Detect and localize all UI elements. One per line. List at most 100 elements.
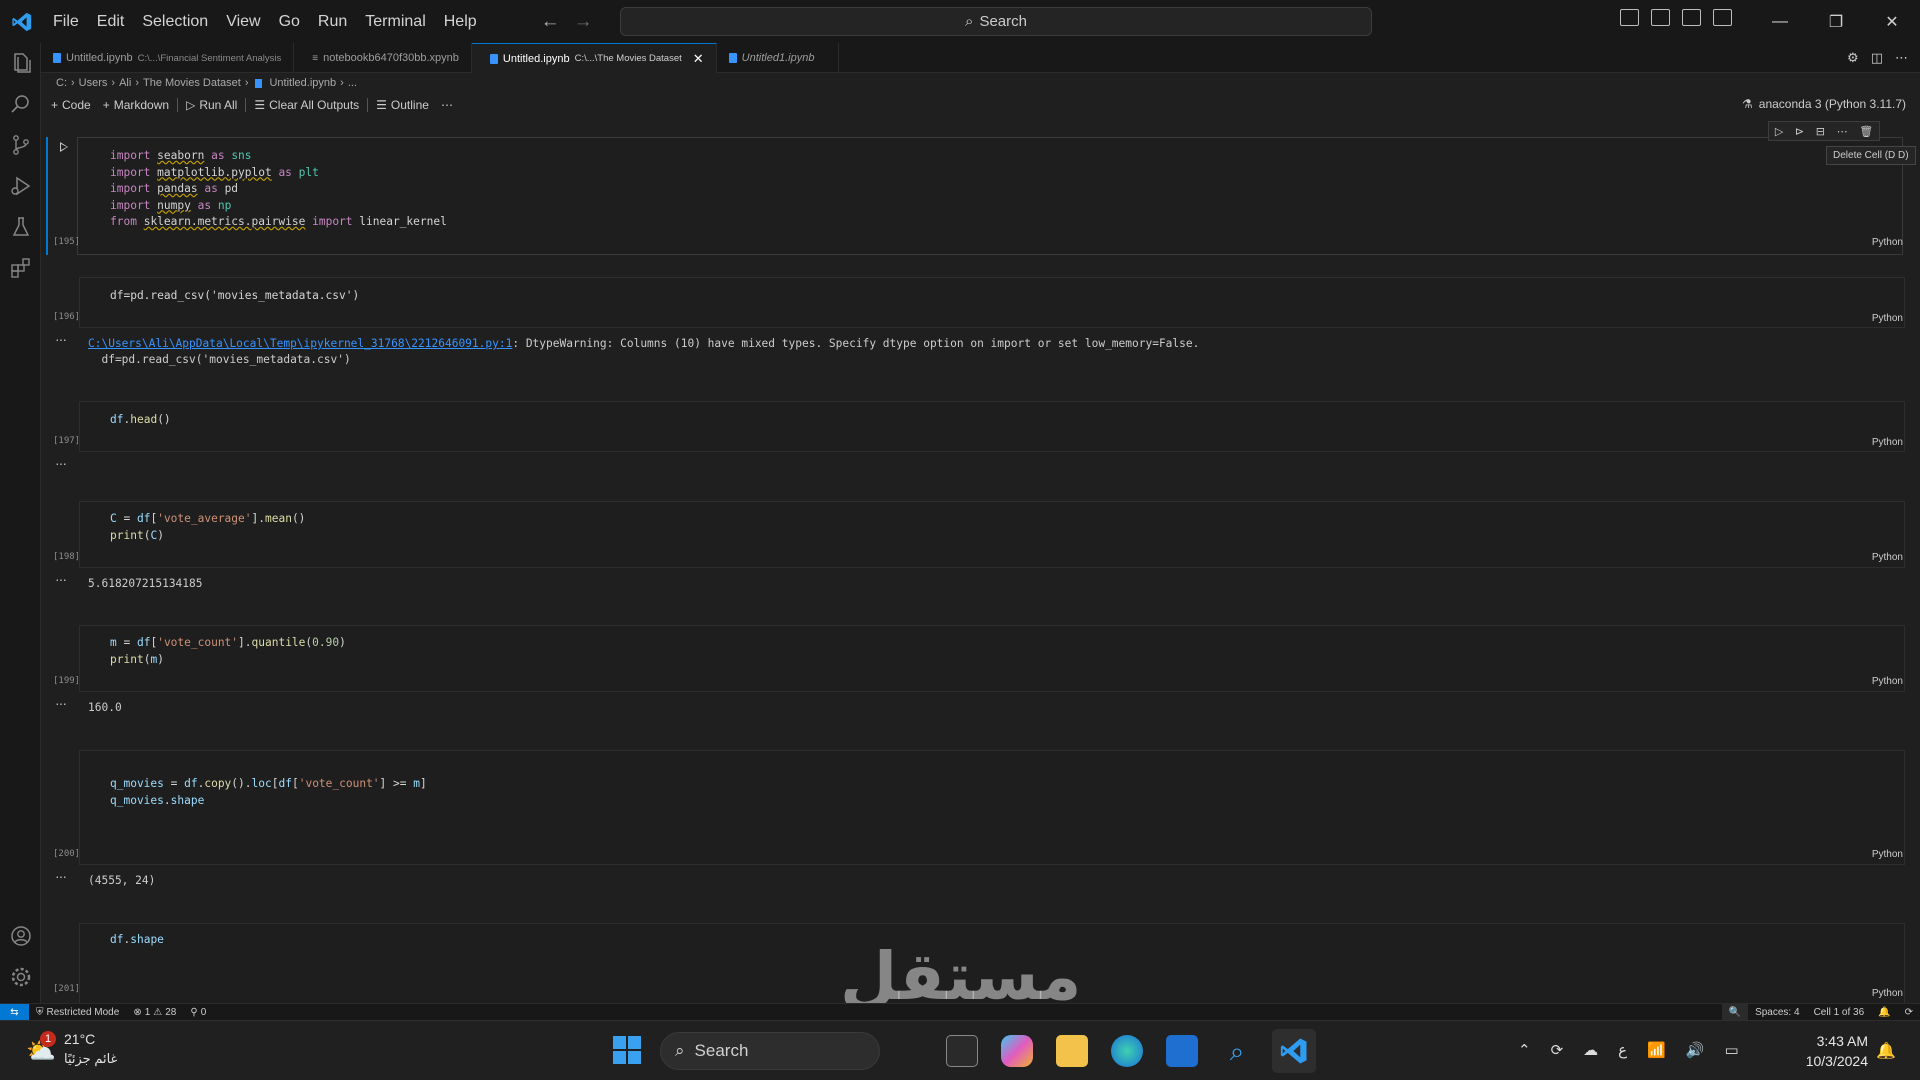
sync-icon[interactable]: ⟳ xyxy=(1551,1041,1564,1059)
cell-language[interactable]: Python xyxy=(1872,849,1903,860)
add-markdown-cell-button[interactable]: + Markdown xyxy=(97,98,175,112)
cell-language[interactable]: Python xyxy=(1872,676,1903,687)
search-app-icon[interactable]: ⌕ xyxy=(1221,1035,1253,1067)
clear-all-outputs-button[interactable]: ☰ Clear All Outputs xyxy=(248,98,365,112)
volume-icon[interactable]: 🔊 xyxy=(1686,1041,1705,1059)
input-language[interactable]: ع xyxy=(1618,1041,1627,1059)
toggle-secondary-sidebar-icon[interactable] xyxy=(1682,9,1701,26)
file-explorer-icon[interactable] xyxy=(1056,1035,1088,1067)
problems-indicator[interactable]: ⊗ 1 ⚠ 28 xyxy=(126,1007,183,1018)
taskbar-clock[interactable]: 3:43 AM 10/3/2024 xyxy=(1790,1031,1868,1071)
notifications-bell-icon[interactable]: 🔔 xyxy=(1871,1007,1897,1018)
vscode-taskbar-icon[interactable] xyxy=(1272,1029,1316,1073)
microsoft-store-icon[interactable] xyxy=(1166,1035,1198,1067)
output-file-link[interactable]: C:\Users\Ali\AppData\Local\Temp\ipykerne… xyxy=(88,337,512,350)
execute-above-icon[interactable]: ▷ xyxy=(1775,125,1783,138)
onedrive-cloud-icon[interactable]: ☁ xyxy=(1583,1041,1598,1059)
copilot-icon[interactable]: ⟳ xyxy=(1898,1007,1920,1018)
run-debug-icon[interactable] xyxy=(9,174,33,198)
cell-position-indicator[interactable]: Cell 1 of 36 xyxy=(1807,1007,1872,1018)
minimize-icon[interactable]: — xyxy=(1752,0,1808,43)
code-editor[interactable] xyxy=(79,625,1905,692)
menu-selection[interactable]: Selection xyxy=(133,0,217,43)
code-editor[interactable] xyxy=(79,401,1905,452)
toggle-primary-sidebar-icon[interactable] xyxy=(1620,9,1639,26)
code-editor[interactable] xyxy=(79,501,1905,568)
taskbar-search[interactable]: ⌕ Search xyxy=(660,1032,880,1070)
more-actions-icon[interactable]: ⋯ xyxy=(1895,50,1908,66)
outline-button[interactable]: ☰ Outline xyxy=(370,98,435,112)
testing-icon[interactable] xyxy=(9,215,33,239)
tab-notebookb6470f30bb[interactable]: ≡ notebookb6470f30bb.xpynb xyxy=(294,43,472,73)
notebook-cell[interactable]: import seaborn as sns import matplotlib.… xyxy=(41,120,1920,255)
split-editor-icon[interactable]: ◫ xyxy=(1871,50,1883,66)
menu-run[interactable]: Run xyxy=(309,0,356,43)
customize-layout-icon[interactable] xyxy=(1713,9,1732,26)
cell-language[interactable]: Python xyxy=(1872,313,1903,324)
breadcrumb-folder[interactable]: The Movies Dataset xyxy=(143,77,241,89)
chevron-right-icon: › xyxy=(340,77,344,89)
close-tab-icon[interactable]: ✕ xyxy=(693,51,704,67)
wifi-icon[interactable]: 📶 xyxy=(1647,1041,1666,1059)
menu-view[interactable]: View xyxy=(217,0,269,43)
output-more-icon[interactable]: ··· xyxy=(55,331,67,347)
menu-file[interactable]: File xyxy=(44,0,88,43)
cell-language[interactable]: Python xyxy=(1872,437,1903,448)
toolbar-more-icon[interactable]: ⋯ xyxy=(435,98,459,112)
tab-untitled-financial[interactable]: Untitled.ipynb C:\...\Financial Sentimen… xyxy=(41,43,295,73)
copilot-app-icon[interactable] xyxy=(1001,1035,1033,1067)
explorer-icon[interactable] xyxy=(9,51,33,75)
tab-untitled1[interactable]: Untitled1.ipynb xyxy=(717,43,840,73)
source-control-icon[interactable] xyxy=(9,133,33,157)
notifications-bell-icon[interactable]: 🔔 xyxy=(1876,1041,1896,1061)
menu-edit[interactable]: Edit xyxy=(88,0,134,43)
breadcrumb-more[interactable]: ... xyxy=(348,77,357,89)
toggle-panel-icon[interactable] xyxy=(1651,9,1670,26)
breadcrumb-users[interactable]: Users xyxy=(79,77,108,89)
accounts-icon[interactable] xyxy=(9,924,33,948)
edge-browser-icon[interactable] xyxy=(1111,1035,1143,1067)
output-more-icon[interactable]: ··· xyxy=(55,571,67,587)
task-view-icon[interactable] xyxy=(946,1035,978,1067)
forward-arrow-icon[interactable]: → xyxy=(574,11,593,33)
cell-language[interactable]: Python xyxy=(1872,237,1903,248)
run-cell-icon[interactable] xyxy=(60,142,68,152)
kernel-picker[interactable]: ⚗ anaconda 3 (Python 3.11.7) xyxy=(1742,97,1906,111)
warning-icon: ⚠ xyxy=(153,1006,163,1018)
menu-terminal[interactable]: Terminal xyxy=(356,0,434,43)
manage-gear-icon[interactable] xyxy=(9,965,33,989)
remote-indicator-icon[interactable]: ⇆ xyxy=(0,1003,29,1021)
cell-language[interactable]: Python xyxy=(1872,988,1903,999)
command-center-search[interactable]: ⌕ Search xyxy=(620,7,1372,36)
breadcrumb-ali[interactable]: Ali xyxy=(119,77,131,89)
menu-help[interactable]: Help xyxy=(435,0,486,43)
tab-untitled-movies[interactable]: Untitled.ipynb C:\...\The Movies Dataset… xyxy=(471,43,717,73)
split-cell-icon[interactable]: ⊟ xyxy=(1816,125,1825,138)
windows-start-icon[interactable] xyxy=(612,1035,642,1065)
add-code-cell-button[interactable]: + Code xyxy=(41,98,97,112)
output-more-icon[interactable]: ··· xyxy=(55,695,67,711)
battery-icon[interactable]: ▭ xyxy=(1724,1041,1738,1059)
ports-indicator[interactable]: ⚲ 0 xyxy=(183,1007,213,1018)
extensions-icon[interactable] xyxy=(9,256,33,280)
delete-cell-icon[interactable]: 🗑 xyxy=(1859,125,1873,138)
restore-icon[interactable]: ❐ xyxy=(1808,0,1864,43)
chevron-up-icon[interactable]: ⌃ xyxy=(1518,1041,1531,1059)
settings-gear-icon[interactable]: ⚙ xyxy=(1847,50,1859,66)
close-window-icon[interactable]: ✕ xyxy=(1864,0,1920,43)
output-more-icon[interactable]: ··· xyxy=(55,868,67,884)
indentation-indicator[interactable]: Spaces: 4 xyxy=(1748,1007,1806,1018)
menu-go[interactable]: Go xyxy=(270,0,309,43)
cell-language[interactable]: Python xyxy=(1872,552,1903,563)
execute-below-icon[interactable]: ⊳ xyxy=(1795,125,1804,138)
search-icon[interactable] xyxy=(9,92,33,116)
restricted-mode-indicator[interactable]: ⛨ Restricted Mode xyxy=(29,1007,126,1018)
run-all-button[interactable]: ▷ Run All xyxy=(180,98,243,112)
breadcrumb-file[interactable]: Untitled.ipynb xyxy=(269,77,336,89)
cell-more-icon[interactable]: ⋯ xyxy=(1837,125,1848,138)
zoom-icon[interactable]: 🔍 xyxy=(1721,1003,1749,1021)
breadcrumb-drive[interactable]: C: xyxy=(56,77,67,89)
output-more-icon[interactable]: ··· xyxy=(55,455,67,471)
back-arrow-icon[interactable]: ← xyxy=(541,11,560,33)
cell-focus-indicator xyxy=(46,137,48,255)
